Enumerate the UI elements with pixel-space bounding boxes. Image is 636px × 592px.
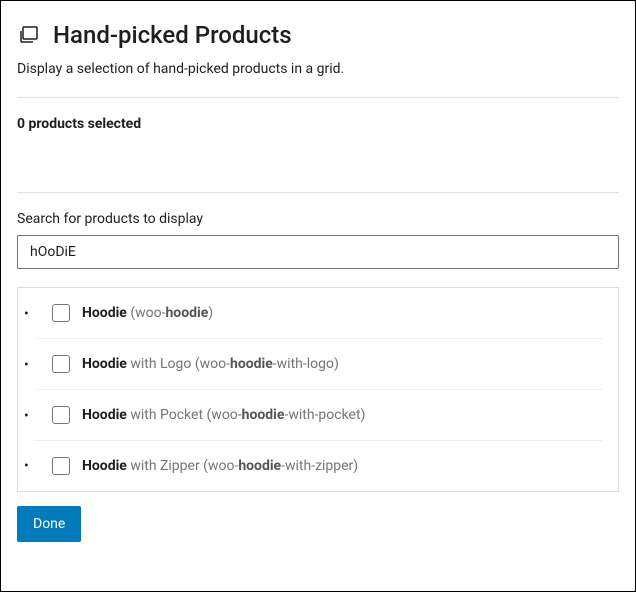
bullet-icon: • (24, 458, 29, 474)
checkbox[interactable] (52, 304, 70, 322)
block-description: Display a selection of hand-picked produ… (17, 61, 619, 77)
result-item[interactable]: • Hoodie with Logo (woo-hoodie-with-logo… (18, 339, 618, 390)
product-label: Hoodie with Zipper (woo-hoodie-with-zipp… (82, 458, 358, 474)
results-list: • Hoodie (woo-hoodie) • Hoodie with Logo… (18, 288, 618, 491)
divider (17, 97, 619, 98)
results-box: • Hoodie (woo-hoodie) • Hoodie with Logo… (17, 287, 619, 492)
product-label: Hoodie (woo-hoodie) (82, 305, 213, 321)
checkbox[interactable] (52, 355, 70, 373)
checkbox[interactable] (52, 406, 70, 424)
divider (17, 192, 619, 193)
block-title: Hand-picked Products (53, 21, 292, 49)
search-label: Search for products to display (17, 211, 619, 227)
result-item[interactable]: • Hoodie with Zipper (woo-hoodie-with-zi… (18, 441, 618, 491)
result-item[interactable]: • Hoodie (woo-hoodie) (18, 288, 618, 339)
search-input[interactable] (17, 235, 619, 269)
product-label: Hoodie with Pocket (woo-hoodie-with-pock… (82, 407, 365, 423)
checkbox[interactable] (52, 457, 70, 475)
done-button[interactable]: Done (17, 506, 81, 542)
bullet-icon: • (24, 408, 29, 424)
product-label: Hoodie with Logo (woo-hoodie-with-logo) (82, 356, 339, 372)
result-item[interactable]: • Hoodie with Pocket (woo-hoodie-with-po… (18, 390, 618, 441)
block-header: Hand-picked Products (17, 21, 619, 49)
gallery-icon (17, 23, 41, 47)
selected-count: 0 products selected (17, 116, 619, 132)
bullet-icon: • (24, 306, 29, 322)
bullet-icon: • (24, 357, 29, 373)
